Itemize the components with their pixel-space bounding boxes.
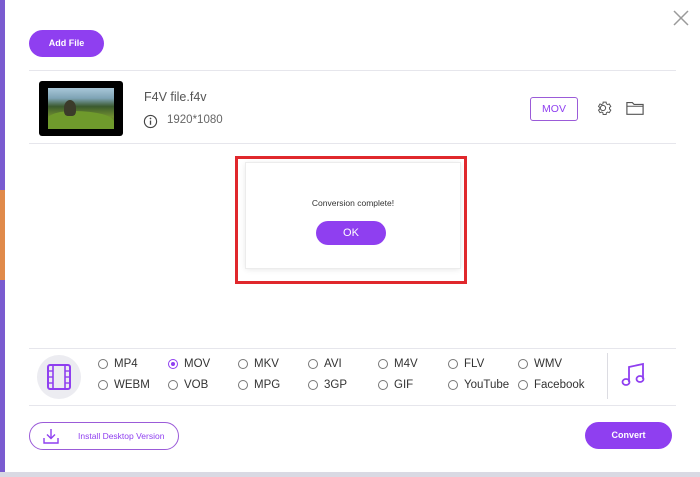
resolution-text: 1920*1080 xyxy=(167,114,223,126)
music-note-icon[interactable] xyxy=(621,362,645,388)
format-option-mpg[interactable]: MPG xyxy=(238,379,280,391)
install-desktop-version-button[interactable]: Install Desktop Version xyxy=(29,422,179,450)
ok-button[interactable]: OK xyxy=(316,221,386,245)
format-option-webm[interactable]: WEBM xyxy=(98,379,150,391)
video-format-tab[interactable] xyxy=(37,355,81,399)
format-option-mp4[interactable]: MP4 xyxy=(98,358,138,370)
radio-m4v[interactable] xyxy=(378,359,388,369)
divider xyxy=(29,70,676,71)
radio-facebook[interactable] xyxy=(518,380,528,390)
format-option-gif[interactable]: GIF xyxy=(378,379,413,391)
radio-webm[interactable] xyxy=(98,380,108,390)
convert-button[interactable]: Convert xyxy=(585,422,672,449)
format-option-vob[interactable]: VOB xyxy=(168,379,208,391)
radio-wmv[interactable] xyxy=(518,359,528,369)
radio-3gp[interactable] xyxy=(308,380,318,390)
conversion-complete-popup: Conversion complete! OK xyxy=(246,163,460,268)
converter-dialog: Add File F4V file.f4v 1920*1080 MOV Conv… xyxy=(5,0,700,472)
format-option-mov[interactable]: MOV xyxy=(168,358,210,370)
popup-message: Conversion complete! xyxy=(311,198,395,208)
install-label: Install Desktop Version xyxy=(78,431,165,441)
add-file-button[interactable]: Add File xyxy=(29,30,104,57)
radio-youtube[interactable] xyxy=(448,380,458,390)
radio-mp4[interactable] xyxy=(98,359,108,369)
format-option-flv[interactable]: FLV xyxy=(448,358,484,370)
file-name: F4V file.f4v xyxy=(144,90,207,104)
radio-avi[interactable] xyxy=(308,359,318,369)
format-option-facebook[interactable]: Facebook xyxy=(518,379,585,391)
radio-flv[interactable] xyxy=(448,359,458,369)
folder-icon[interactable] xyxy=(626,100,644,116)
format-options: MP4 MOV MKV AVI M4V FLV WMV WEBM VOB MPG… xyxy=(98,358,618,398)
output-format-badge[interactable]: MOV xyxy=(530,97,578,121)
radio-mov[interactable] xyxy=(168,359,178,369)
gear-icon[interactable] xyxy=(594,99,612,117)
close-icon[interactable] xyxy=(671,8,691,28)
format-option-mkv[interactable]: MKV xyxy=(238,358,279,370)
format-option-wmv[interactable]: WMV xyxy=(518,358,562,370)
divider xyxy=(607,353,608,399)
download-icon xyxy=(43,429,59,444)
format-option-m4v[interactable]: M4V xyxy=(378,358,418,370)
background-edge-bottom xyxy=(0,472,700,477)
radio-mpg[interactable] xyxy=(238,380,248,390)
divider xyxy=(29,143,676,144)
format-option-avi[interactable]: AVI xyxy=(308,358,342,370)
info-icon[interactable] xyxy=(143,114,158,129)
radio-mkv[interactable] xyxy=(238,359,248,369)
radio-vob[interactable] xyxy=(168,380,178,390)
video-thumbnail xyxy=(39,81,123,136)
format-option-3gp[interactable]: 3GP xyxy=(308,379,347,391)
format-option-youtube[interactable]: YouTube xyxy=(448,379,509,391)
radio-gif[interactable] xyxy=(378,380,388,390)
video-format-icon xyxy=(47,364,71,390)
divider xyxy=(29,405,676,406)
format-selector-panel: MP4 MOV MKV AVI M4V FLV WMV WEBM VOB MPG… xyxy=(29,348,676,405)
